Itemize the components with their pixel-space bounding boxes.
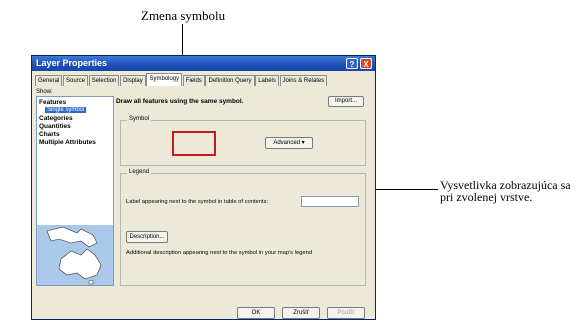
layer-properties-dialog: Layer Properties ? X General Source Sele… [31,55,376,320]
description-button[interactable]: Description... [126,231,168,243]
label-prompt: Label appearing next to the symbol in ta… [126,199,269,205]
legend-group-label: Legend [127,169,152,175]
tab-fields[interactable]: Fields [182,75,205,86]
dialog-title: Layer Properties [36,58,108,68]
legend-group: Legend Label appearing next to the symbo… [120,169,366,286]
cancel-button[interactable]: Zrušiť [282,307,320,319]
dialog-titlebar: Layer Properties ? X [32,56,375,71]
tab-symbology[interactable]: Symbology [146,73,183,86]
annotation-legend-description: Vysvetlivka zobrazujúca sa pri zvolenej … [440,179,578,203]
sidebar-item-quantities[interactable]: Quantities [39,123,71,130]
tab-selection[interactable]: Selection [88,75,120,86]
tab-general[interactable]: General [35,75,63,86]
tab-definition-query[interactable]: Definition Query [205,75,255,86]
show-list: Features Single symbol Categories Quanti… [36,96,114,286]
show-label: Show: [36,89,53,95]
panel-headline: Draw all features using the same symbol. [116,98,244,105]
help-button[interactable]: ? [346,58,358,69]
symbology-panel: Draw all features using the same symbol.… [116,96,372,296]
symbol-group: Symbol Advanced ▾ [120,116,366,166]
tab-labels[interactable]: Labels [255,75,279,86]
australia-map-preview [37,225,113,285]
tab-joins-relates[interactable]: Joins & Relates [279,75,328,86]
tab-source[interactable]: Source [63,75,89,86]
symbol-group-label: Symbol [127,116,152,122]
symbol-preview-button[interactable] [172,131,216,156]
sidebar-item-categories[interactable]: Categories [39,115,73,122]
sidebar-item-single-symbol[interactable]: Single symbol [45,107,87,113]
advanced-button[interactable]: Advanced ▾ [265,137,313,149]
tab-display[interactable]: Display [120,75,146,86]
import-button[interactable]: Import... [328,96,364,107]
description-hint: Additional description appearing next to… [126,250,313,256]
close-button[interactable]: X [360,58,372,69]
sidebar-item-features[interactable]: Features [39,99,66,106]
apply-button[interactable]: Použiť [327,307,365,319]
tab-strip: General Source Selection Display Symbolo… [35,73,328,87]
sidebar-item-charts[interactable]: Charts [39,131,60,138]
label-text-field[interactable] [301,196,359,207]
sidebar-item-multiple-attributes[interactable]: Multiple Attributes [39,139,96,146]
ok-button[interactable]: OK [237,307,275,319]
annotation-legend-line2: pri zvolenej vrstve. [440,190,533,204]
annotation-symbol-change: Zmena symbolu [141,8,226,23]
